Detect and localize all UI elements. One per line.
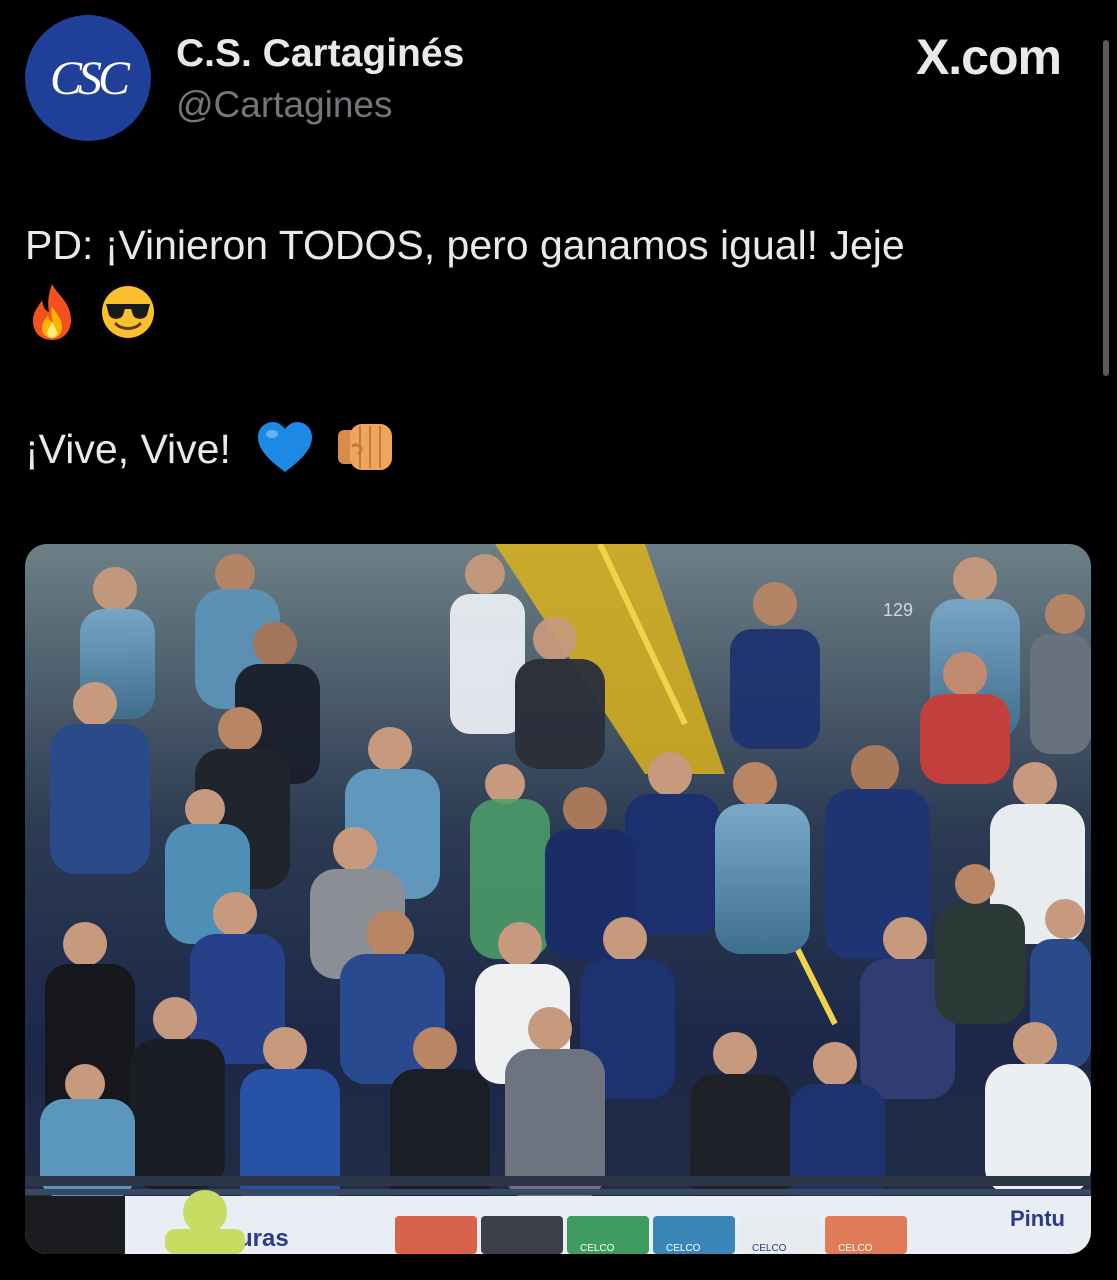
blue-heart-icon — [256, 420, 314, 484]
sponsor-can-label-3: CELCO — [752, 1243, 787, 1254]
scrollbar[interactable] — [1103, 40, 1109, 376]
display-name[interactable]: C.S. Cartaginés — [176, 32, 464, 76]
tweet-emoji-row — [25, 282, 156, 352]
fire-icon — [25, 282, 79, 352]
sponsor-can-label-4: CELCO — [838, 1243, 873, 1254]
avatar-logo-text: CSC — [49, 51, 130, 105]
avatar[interactable]: CSC — [25, 15, 151, 141]
sponsor-can-label-1: CELCO — [580, 1243, 615, 1254]
tweet-text-line-1: PD: ¡Vinieron TODOS, pero ganamos igual!… — [25, 222, 905, 268]
x-brand-logo: X.com — [915, 29, 1062, 85]
account-handle[interactable]: @Cartagines — [176, 84, 393, 126]
fist-bump-icon — [334, 420, 396, 484]
tweet-text-line-3-row: ¡Vive, Vive! — [25, 420, 396, 484]
crowd-photo-illustration: 129 turas Pintu CELCO CELCO CELCO CELCO — [25, 544, 1091, 1254]
sponsor-can-label-2: CELCO — [666, 1243, 701, 1254]
seat-number: 129 — [883, 600, 913, 620]
tweet-text-line-3: ¡Vive, Vive! — [25, 425, 231, 472]
banner-text-right: Pintu — [1010, 1206, 1065, 1231]
tweet-photo-crowd[interactable]: 129 turas Pintu CELCO CELCO CELCO CELCO — [25, 544, 1091, 1254]
sunglasses-face-icon — [100, 284, 156, 350]
